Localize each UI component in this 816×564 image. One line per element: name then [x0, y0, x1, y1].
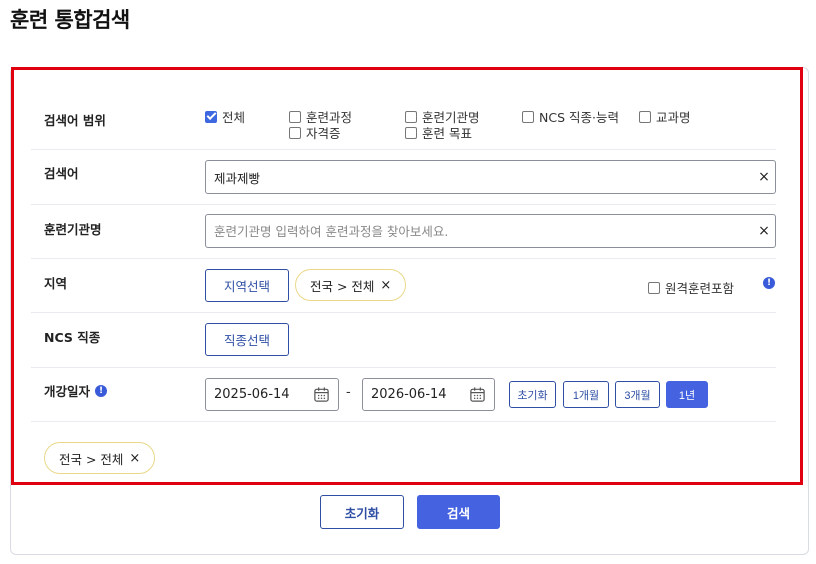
checkbox-icon: [205, 110, 217, 123]
checkbox-icon: [522, 110, 534, 123]
scope-option-all[interactable]: 전체: [205, 107, 245, 126]
scope-label: 검색어 범위: [44, 113, 106, 128]
scope-option-label: 자격증: [306, 126, 341, 141]
date-range-separator: -: [346, 385, 351, 400]
calendar-icon[interactable]: [313, 386, 330, 403]
info-icon[interactable]: !: [763, 277, 775, 289]
remote-training-label: 원격훈련포함: [665, 281, 735, 296]
institution-clear-icon[interactable]: ×: [757, 224, 771, 238]
scope-option-ncs[interactable]: NCS 직종·능력: [522, 107, 619, 126]
scope-option-subject[interactable]: 교과명: [639, 107, 691, 126]
date-preset-3month-button[interactable]: 3개월: [615, 381, 660, 408]
start-date-from-value: 2025-06-14: [214, 387, 290, 402]
page-title: 훈련 통합검색: [10, 8, 130, 32]
info-icon[interactable]: !: [95, 384, 108, 397]
checkbox-icon: [289, 126, 301, 139]
scope-option-label: 훈련 목표: [422, 126, 472, 141]
search-button[interactable]: 검색: [417, 495, 500, 529]
start-date-label: 개강일자: [44, 384, 91, 399]
reset-button[interactable]: 초기화: [320, 495, 404, 529]
keyword-label: 검색어: [44, 166, 79, 181]
close-icon[interactable]: ×: [380, 278, 391, 293]
start-date-label-group: 개강일자 !: [44, 381, 108, 400]
checkbox-icon: [648, 281, 660, 294]
keyword-input[interactable]: [205, 160, 776, 194]
region-chip: 전국 > 전체 ×: [295, 269, 407, 301]
scope-option-label: 교과명: [656, 110, 691, 125]
scope-option-goal[interactable]: 훈련 목표: [405, 123, 472, 142]
scope-option-label: 전체: [222, 110, 246, 125]
keyword-clear-icon[interactable]: ×: [757, 170, 771, 184]
calendar-icon[interactable]: [469, 386, 486, 403]
ncs-select-button[interactable]: 직종선택: [205, 323, 289, 356]
start-date-to-input[interactable]: 2026-06-14: [362, 378, 495, 411]
region-select-button[interactable]: 지역선택: [205, 269, 289, 302]
checkbox-icon: [405, 110, 417, 123]
checkbox-icon: [639, 110, 651, 123]
start-date-to-value: 2026-06-14: [371, 387, 447, 402]
scope-option-label: NCS 직종·능력: [539, 110, 619, 125]
checkbox-icon: [289, 110, 301, 123]
remote-training-checkbox[interactable]: 원격훈련포함: [648, 278, 734, 297]
start-date-from-input[interactable]: 2025-06-14: [205, 378, 339, 411]
ncs-label: NCS 직종: [44, 330, 101, 345]
selected-filter-chip: 전국 > 전체 ×: [44, 442, 156, 474]
region-chip-label: 전국 > 전체: [310, 278, 375, 294]
institution-label: 훈련기관명: [44, 222, 102, 237]
close-icon[interactable]: ×: [129, 451, 140, 466]
checkbox-icon: [405, 126, 417, 139]
institution-input[interactable]: [205, 214, 776, 248]
date-preset-1year-button[interactable]: 1년: [666, 381, 708, 408]
ncs-row: NCS 직종: [31, 313, 776, 368]
selected-filter-label: 전국 > 전체: [59, 451, 124, 467]
scope-option-certificate[interactable]: 자격증: [289, 123, 341, 142]
region-label: 지역: [44, 276, 68, 291]
date-preset-reset-button[interactable]: 초기화: [509, 381, 556, 408]
date-preset-1month-button[interactable]: 1개월: [563, 381, 609, 408]
